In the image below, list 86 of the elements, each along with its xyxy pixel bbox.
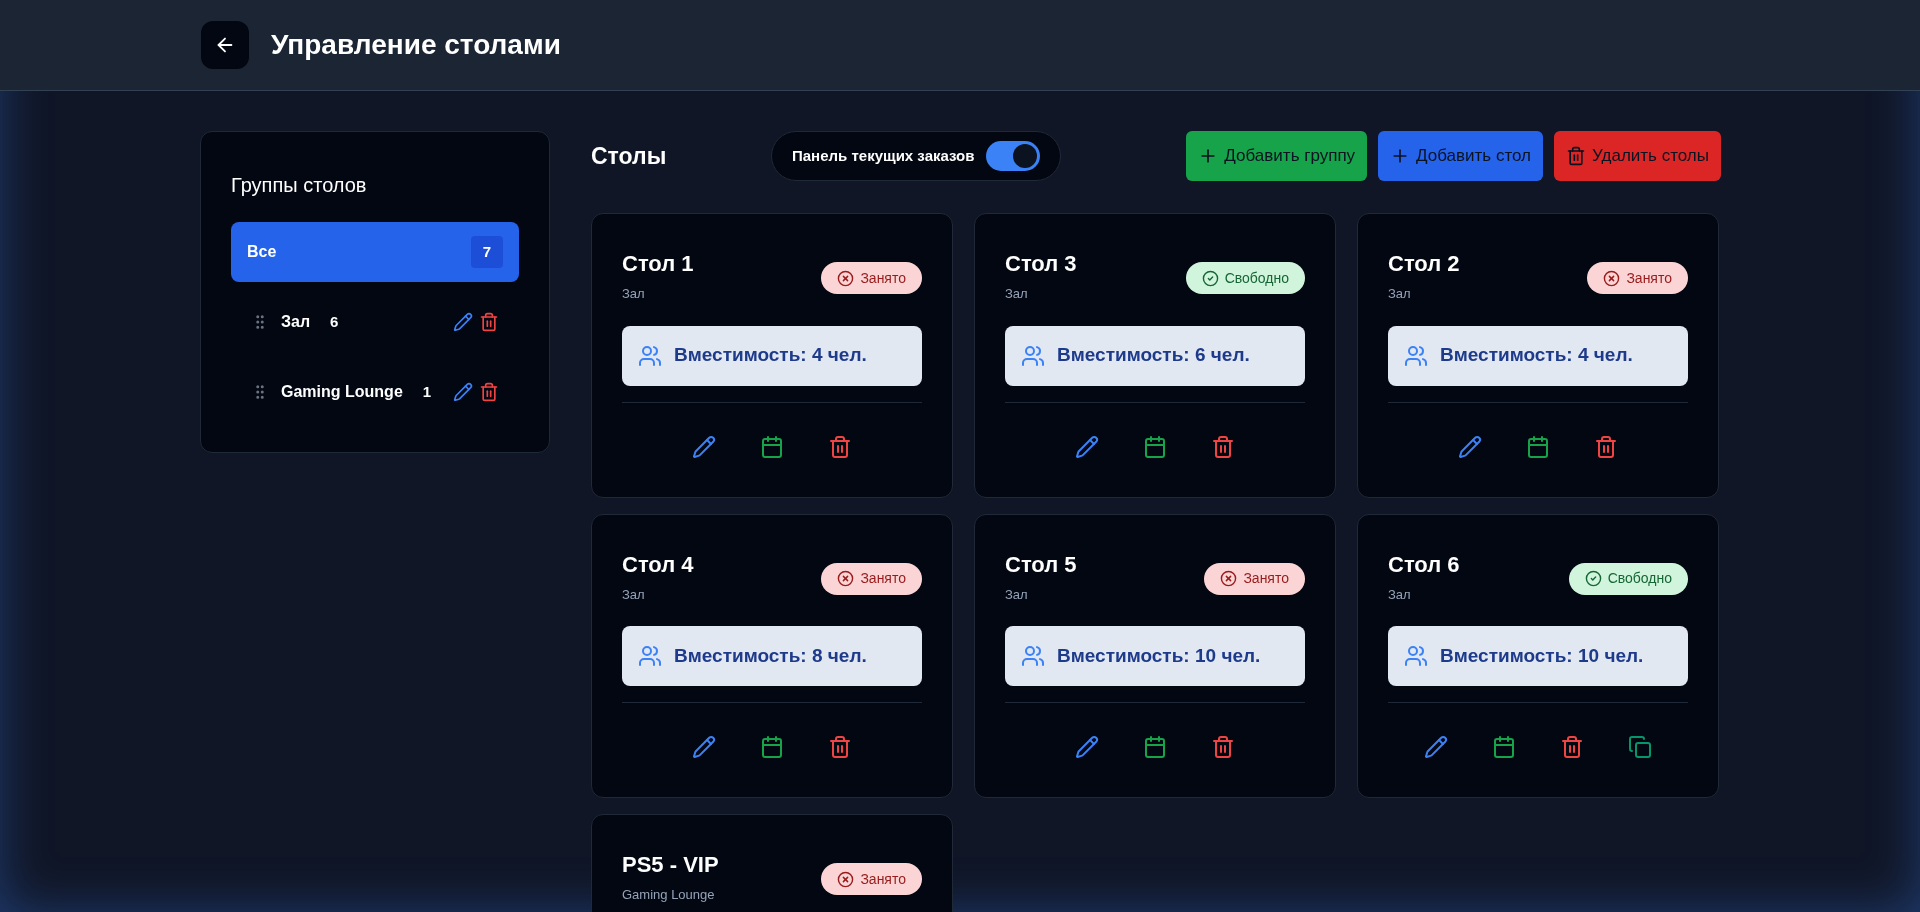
pencil-icon xyxy=(1075,735,1099,759)
x-circle-icon xyxy=(837,269,855,287)
trash-icon xyxy=(828,434,852,459)
status-badge: Свободно xyxy=(1185,262,1305,294)
capacity-text: Вместимость: 4 чел. xyxy=(674,343,867,368)
calendar-icon xyxy=(1143,735,1167,759)
x-circle-icon xyxy=(1220,570,1238,587)
calendar-icon xyxy=(1143,434,1167,459)
pencil-icon xyxy=(1458,434,1482,459)
calendar-icon xyxy=(1526,434,1550,459)
pencil-icon xyxy=(692,735,716,759)
delete-tables-button[interactable]: Удалить столы xyxy=(1554,131,1721,181)
group-item[interactable]: Gaming Lounge 1 xyxy=(231,362,519,422)
calendar-icon xyxy=(760,735,784,759)
trash-icon xyxy=(828,735,852,759)
trash-icon xyxy=(1566,146,1587,166)
delete-group-button[interactable] xyxy=(479,312,499,332)
add-button[interactable]: Добавить стол xyxy=(1378,131,1544,181)
table-name: Стол 3 xyxy=(1005,250,1077,278)
pencil-icon xyxy=(1075,434,1099,459)
x-circle-icon xyxy=(837,570,855,587)
status-badge: Занято xyxy=(821,262,922,294)
page-title: Управление столами xyxy=(271,28,561,62)
table-name: Стол 6 xyxy=(1388,550,1460,579)
edit-group-button[interactable] xyxy=(453,382,473,402)
calendar-icon xyxy=(1492,735,1516,759)
table-name: PS5 - VIP xyxy=(622,851,719,879)
status-badge: Свободно xyxy=(1568,562,1688,595)
x-circle-icon xyxy=(1603,269,1621,287)
pencil-icon xyxy=(453,312,473,332)
table-name: Стол 4 xyxy=(622,550,694,579)
trash-icon xyxy=(479,312,499,332)
group-item[interactable]: Все 7 xyxy=(231,222,519,282)
status-badge: Занято xyxy=(821,863,922,895)
pencil-icon xyxy=(1424,735,1448,759)
people-icon xyxy=(638,644,662,668)
trash-icon xyxy=(479,382,499,402)
status-badge: Занято xyxy=(821,562,922,595)
back-button[interactable] xyxy=(201,21,249,69)
delete-group-button[interactable] xyxy=(479,382,499,402)
capacity-text: Вместимость: 8 чел. xyxy=(674,643,867,668)
table-name: Стол 5 xyxy=(1005,550,1077,579)
table-group: Зал xyxy=(1388,584,1460,604)
trash-icon xyxy=(1211,434,1235,459)
status-badge: Занято xyxy=(1204,562,1305,595)
copy-icon xyxy=(1628,735,1652,759)
toggle-switch[interactable] xyxy=(986,141,1041,171)
people-icon xyxy=(1021,644,1045,668)
table-group: Зал xyxy=(1005,584,1077,604)
trash-icon xyxy=(1560,735,1584,759)
add-button[interactable]: Добавить группу xyxy=(1186,131,1368,181)
capacity-text: Вместимость: 10 чел. xyxy=(1057,643,1261,668)
people-icon xyxy=(1021,343,1045,368)
people-icon xyxy=(1404,644,1428,668)
people-icon xyxy=(638,343,662,368)
capacity-text: Вместимость: 4 чел. xyxy=(1440,343,1633,368)
status-badge: Занято xyxy=(1587,262,1688,294)
people-icon xyxy=(1404,343,1428,368)
capacity-text: Вместимость: 10 чел. xyxy=(1440,643,1644,668)
trash-icon xyxy=(1594,434,1618,459)
toggle-label: Панель текущих заказов xyxy=(792,145,975,166)
group-name: Все xyxy=(247,242,277,262)
table-group: Зал xyxy=(622,584,694,604)
table-group: Зал xyxy=(1388,284,1460,304)
group-count: 7 xyxy=(471,236,503,268)
table-name: Стол 1 xyxy=(622,250,694,278)
pencil-icon xyxy=(692,434,716,459)
table-group: Зал xyxy=(1005,284,1077,304)
table-group: Зал xyxy=(622,284,694,304)
group-item[interactable]: Зал 6 xyxy=(231,292,519,352)
group-name: Gaming Lounge xyxy=(281,382,403,402)
x-circle-icon xyxy=(837,870,855,888)
group-count: 1 xyxy=(422,381,432,402)
group-count: 6 xyxy=(330,311,339,332)
edit-group-button[interactable] xyxy=(453,312,473,332)
table-group: Gaming Lounge xyxy=(622,885,719,905)
pencil-icon xyxy=(453,382,473,402)
capacity-text: Вместимость: 6 чел. xyxy=(1057,343,1250,368)
calendar-icon xyxy=(760,434,784,459)
check-circle-icon xyxy=(1584,570,1602,587)
table-name: Стол 2 xyxy=(1388,250,1460,278)
groups-title: Группы столов xyxy=(231,173,368,198)
check-circle-icon xyxy=(1201,269,1219,287)
section-title: Столы xyxy=(591,141,668,171)
trash-icon xyxy=(1211,735,1235,759)
group-name: Зал xyxy=(281,312,311,332)
